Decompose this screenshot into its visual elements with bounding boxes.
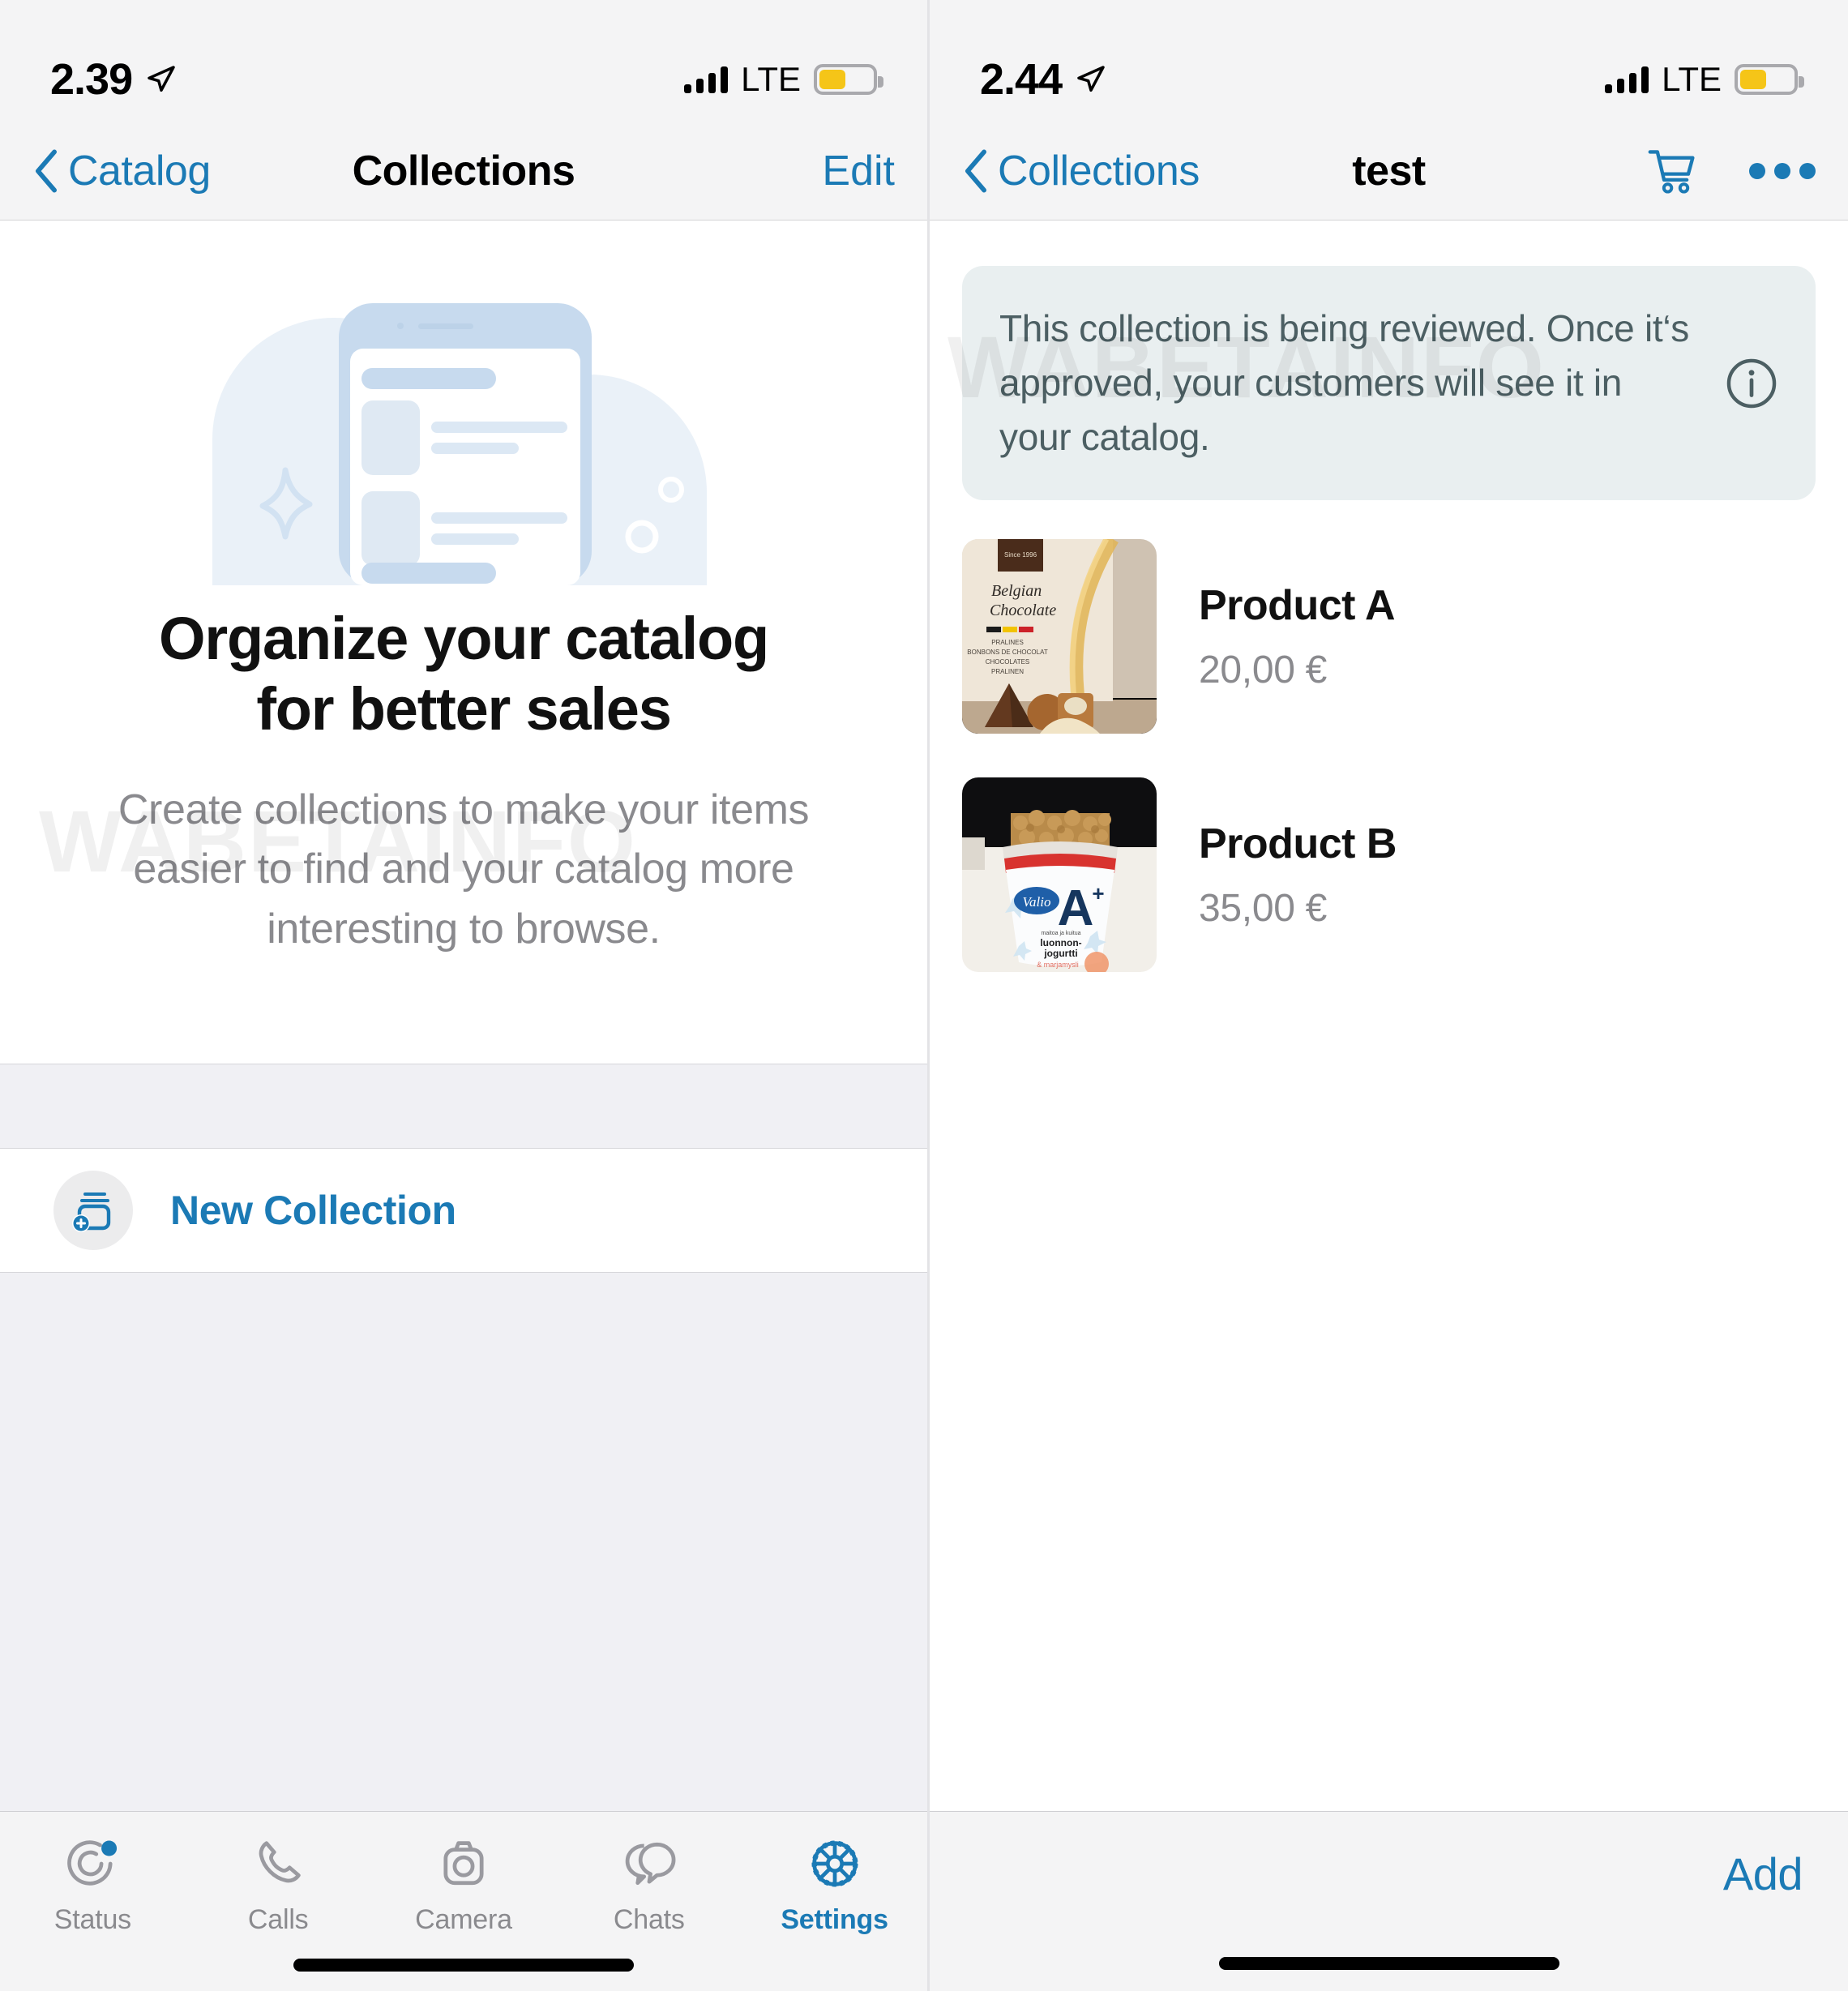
status-bar-right: LTE xyxy=(684,60,883,99)
home-indicator xyxy=(1218,1957,1559,1970)
tab-chats-label: Chats xyxy=(613,1904,685,1935)
home-indicator xyxy=(293,1959,634,1972)
status-rings-icon xyxy=(67,1840,118,1886)
list-item[interactable]: Valio A + maitoa ja kuitua luonnon- jogu… xyxy=(930,766,1848,983)
back-button-label: Catalog xyxy=(68,147,211,195)
empty-state-title-line1: Organize your catalog xyxy=(159,605,769,672)
camera-icon xyxy=(443,1841,484,1886)
battery-low-power-icon xyxy=(814,64,883,95)
shopping-cart-icon[interactable] xyxy=(1647,148,1697,195)
status-time: 2.39 xyxy=(50,55,133,104)
svg-text:PRALINES: PRALINES xyxy=(991,639,1024,646)
svg-text:A: A xyxy=(1058,880,1094,936)
tab-calls[interactable]: Calls xyxy=(186,1833,371,1936)
valio-a-plus-yogurt-cup: Valio A + maitoa ja kuitua luonnon- jogu… xyxy=(962,777,1157,973)
empty-state-subtitle: Create collections to make your items ea… xyxy=(118,786,810,953)
navigation-bar-right xyxy=(1647,148,1816,195)
product-info: Product A 20,00 € xyxy=(1199,581,1396,692)
tab-chats[interactable]: Chats xyxy=(556,1833,742,1936)
product-info: Product B 35,00 € xyxy=(1199,820,1397,931)
chat-bubbles-icon xyxy=(625,1842,676,1886)
svg-text:Since 1996: Since 1996 xyxy=(1004,551,1037,559)
back-button-label: Collections xyxy=(998,147,1200,195)
tab-calls-label: Calls xyxy=(247,1904,309,1935)
tab-settings[interactable]: Settings xyxy=(742,1833,927,1936)
tab-camera-label: Camera xyxy=(415,1904,512,1935)
status-time: 2.44 xyxy=(980,55,1063,104)
product-price: 20,00 € xyxy=(1199,648,1328,691)
svg-text:maitoa ja kuitua: maitoa ja kuitua xyxy=(1041,931,1080,936)
svg-text:Chocolate: Chocolate xyxy=(990,602,1056,619)
gear-icon xyxy=(811,1840,858,1887)
tab-status-label: Status xyxy=(53,1904,131,1935)
back-button-catalog[interactable]: Catalog xyxy=(32,147,211,195)
location-arrow-icon xyxy=(1077,66,1105,92)
review-notice-text: This collection is being reviewed. Once … xyxy=(999,307,1689,459)
info-circle-icon[interactable] xyxy=(1725,357,1778,410)
dual-screenshot: 2.39 LTE Catalog Collections Edit Organi… xyxy=(0,0,1848,1991)
add-button[interactable]: Add xyxy=(1723,1848,1803,1900)
section-spacer-top xyxy=(0,1064,927,1150)
location-arrow-icon xyxy=(148,66,175,92)
status-bar-left: 2.39 xyxy=(50,54,178,105)
status-bar-right: LTE xyxy=(1605,60,1804,99)
navigation-bar: Catalog Collections Edit xyxy=(0,122,927,221)
svg-text:Valio: Valio xyxy=(1023,894,1051,910)
left-screen: 2.39 LTE Catalog Collections Edit Organi… xyxy=(0,0,927,1991)
navigation-bar: Collections test xyxy=(930,122,1848,221)
svg-text:+: + xyxy=(1092,881,1104,906)
back-button-collections[interactable]: Collections xyxy=(962,147,1200,195)
tab-settings-label: Settings xyxy=(781,1904,888,1935)
status-bar: 2.44 LTE xyxy=(930,0,1848,122)
chevron-left-icon xyxy=(965,149,986,192)
tab-camera[interactable]: Camera xyxy=(371,1833,557,1936)
right-screen: 2.44 LTE Collections test This collectio… xyxy=(927,0,1848,1991)
empty-state-title: Organize your catalog for better sales xyxy=(0,603,927,745)
svg-text:CHOCOLATES: CHOCOLATES xyxy=(986,658,1030,666)
chevron-left-icon xyxy=(36,149,57,192)
svg-text:PRALINEN: PRALINEN xyxy=(991,668,1024,675)
phone-icon xyxy=(259,1841,301,1883)
svg-text:luonnon-: luonnon- xyxy=(1040,937,1081,948)
empty-state-title-line2: for better sales xyxy=(256,675,672,743)
belgian-chocolate-pralines-box: Since 1996 Belgian Chocolate PRALINES BO… xyxy=(962,539,1157,734)
new-collection-row[interactable]: New Collection xyxy=(0,1149,927,1273)
status-bar: 2.39 LTE xyxy=(0,0,927,122)
catalog-phone-illustration xyxy=(0,277,927,585)
edit-button[interactable]: Edit xyxy=(822,147,895,195)
navigation-bar-right: Edit xyxy=(822,147,895,195)
carrier-tech-label: LTE xyxy=(741,60,801,98)
svg-text:& marjamysli: & marjamysli xyxy=(1037,961,1079,969)
product-price: 35,00 € xyxy=(1199,886,1328,930)
product-list: Since 1996 Belgian Chocolate PRALINES BO… xyxy=(930,500,1848,983)
new-collection-label: New Collection xyxy=(170,1188,456,1234)
more-dots-icon[interactable] xyxy=(1749,162,1816,179)
tab-status[interactable]: Status xyxy=(0,1833,186,1936)
add-collection-icon xyxy=(53,1171,133,1251)
signal-bars-icon xyxy=(1605,66,1649,93)
svg-text:jogurtti: jogurtti xyxy=(1043,948,1077,959)
signal-bars-icon xyxy=(684,66,729,93)
section-spacer-bottom xyxy=(0,1272,927,1832)
empty-state: Organize your catalog for better sales C… xyxy=(0,221,927,960)
product-name: Product A xyxy=(1199,581,1396,629)
product-name: Product B xyxy=(1199,820,1397,867)
review-notice-banner: This collection is being reviewed. Once … xyxy=(962,266,1816,501)
svg-text:BONBONS DE CHOCOLAT: BONBONS DE CHOCOLAT xyxy=(967,649,1048,656)
list-item[interactable]: Since 1996 Belgian Chocolate PRALINES BO… xyxy=(930,528,1848,745)
carrier-tech-label: LTE xyxy=(1662,60,1722,98)
status-bar-left: 2.44 xyxy=(980,54,1107,105)
svg-text:Belgian: Belgian xyxy=(991,582,1042,600)
battery-low-power-icon xyxy=(1735,64,1804,95)
